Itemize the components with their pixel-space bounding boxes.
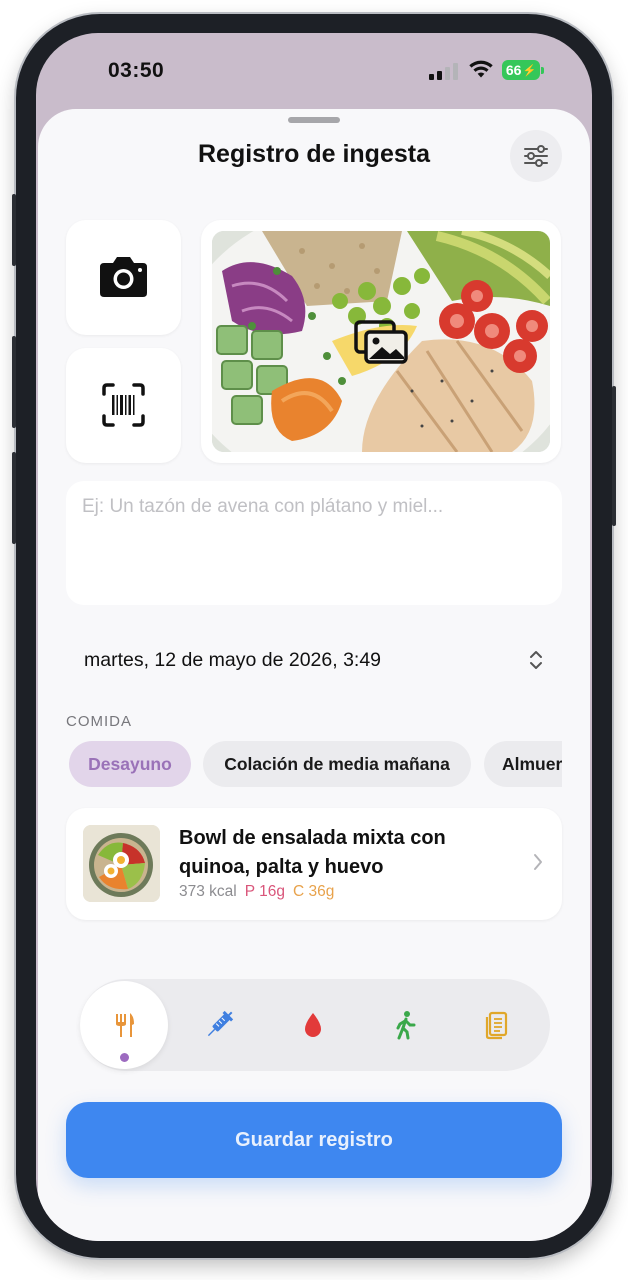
chip-label: Desayuno [88,753,172,774]
tab-notes[interactable] [456,985,538,1065]
walking-person-icon [396,1011,416,1040]
chevron-right-icon [534,854,542,870]
tab-insulin[interactable] [178,985,260,1065]
camera-button[interactable] [66,220,181,335]
action-button [12,194,16,266]
chevron-up-down-icon[interactable] [526,647,546,673]
barcode-scan-button[interactable] [66,348,181,463]
power-button [612,386,616,526]
chip-almuerzo[interactable]: Almuerzo [484,741,562,787]
food-item-card[interactable]: Bowl de ensalada mixta con quinoa, palta… [66,808,562,920]
status-time: 03:50 [108,59,165,82]
battery-level: 66 [505,62,522,78]
page-title: Registro de ingesta [198,140,430,168]
barcode-scanner-icon [102,383,145,427]
food-macros: 373 kcal P 16g C 36g [179,883,334,901]
tab-glucose[interactable] [272,985,354,1065]
meal-section-label: COMIDA [66,713,132,730]
photo-gallery-icon [354,320,408,364]
food-kcal: 373 kcal [179,883,237,900]
cellular-signal-icon [429,62,459,80]
tab-activity[interactable] [364,985,446,1065]
bottom-sheet: Registro de ingesta Ej: Un tazón de aven… [38,109,590,1241]
food-name: Bowl de ensalada mixta con quinoa, palta… [179,827,446,878]
photo-picker[interactable] [201,220,561,463]
battery-indicator: 66 ⚡ [502,60,544,80]
volume-down-button [12,452,16,544]
syringe-icon [207,1010,234,1037]
datetime-value[interactable]: martes, 12 de mayo de 2026, 3:49 [84,649,381,672]
screen: 03:50 66 ⚡ Registro de ingesta Ej: Un ta… [36,33,592,1241]
volume-up-button [12,336,16,428]
notes-icon [485,1011,508,1040]
description-input[interactable] [66,481,562,605]
food-thumbnail [83,825,160,902]
status-bar: 03:50 66 ⚡ [36,33,592,109]
blood-drop-icon [305,1013,321,1037]
charging-bolt-icon: ⚡ [522,64,537,77]
active-tab-indicator [120,1053,129,1062]
meal-type-chips: Desayuno Colación de media mañana Almuer… [66,741,562,789]
food-photo [212,231,550,452]
food-protein: P 16g [244,883,285,900]
chip-colacion-media-manana[interactable]: Colación de media mañana [203,741,471,787]
fork-knife-icon [116,1013,134,1037]
food-carbs: C 36g [292,883,335,900]
chip-label: Colación de media mañana [224,753,450,774]
settings-button[interactable] [510,130,562,182]
bowl-thumbnail-image [83,825,160,902]
log-type-tabbar [80,979,550,1071]
chip-desayuno[interactable]: Desayuno [69,741,191,787]
save-button[interactable]: Guardar registro [66,1102,562,1178]
wifi-icon [469,60,493,78]
sheet-grabber[interactable] [288,117,340,123]
chip-label: Almuerzo [502,753,562,774]
sliders-icon [524,145,548,167]
camera-icon [100,257,147,297]
